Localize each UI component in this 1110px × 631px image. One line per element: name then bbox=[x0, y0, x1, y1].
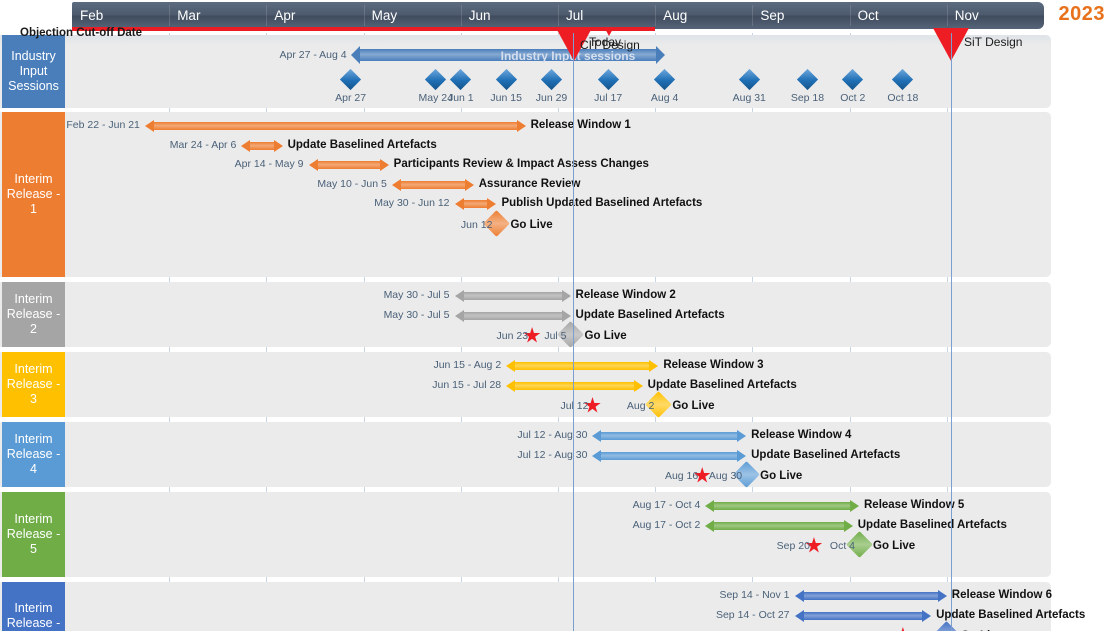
bar-task-label: Update Baselined Artefacts bbox=[648, 379, 797, 391]
star-date-label: Aug 16 bbox=[644, 470, 698, 482]
star-date-label: Sep 20 bbox=[756, 540, 810, 552]
row-label-industry-input-sessions[interactable]: Industry Input Sessions bbox=[2, 35, 65, 108]
star-date-label: Jul 12 bbox=[534, 400, 588, 412]
row-label-interim-release-4[interactable]: Interim Release - 4 bbox=[2, 422, 65, 487]
bar-date-label: Aug 17 - Oct 2 bbox=[605, 519, 700, 531]
bar-task-label: Release Window 2 bbox=[576, 289, 676, 301]
session-milestone-label: Jul 17 bbox=[578, 92, 638, 104]
gantt-bar[interactable] bbox=[506, 360, 658, 372]
row-label-interim-release-5[interactable]: Interim Release - 5 bbox=[2, 492, 65, 577]
gantt-bar[interactable] bbox=[455, 310, 571, 322]
month-separator bbox=[266, 5, 267, 26]
month-separator bbox=[655, 5, 656, 26]
sit-design-vertical-line bbox=[951, 33, 952, 631]
gantt-bar[interactable] bbox=[592, 430, 746, 442]
month-separator bbox=[752, 5, 753, 26]
bar-task-label: Update Baselined Artefacts bbox=[576, 309, 725, 321]
gantt-bar[interactable] bbox=[795, 590, 947, 602]
bar-date-label: May 30 - Jun 12 bbox=[355, 197, 450, 209]
session-milestone-label: Aug 4 bbox=[635, 92, 695, 104]
bar-task-label: Publish Updated Baselined Artefacts bbox=[501, 197, 702, 209]
bar-date-label: Jun 15 - Jul 28 bbox=[406, 379, 501, 391]
bar-date-label: May 10 - Jun 5 bbox=[292, 178, 387, 190]
bar-task-label: Update Baselined Artefacts bbox=[288, 139, 437, 151]
gantt-bar[interactable] bbox=[795, 610, 932, 622]
month-label-mar: Mar bbox=[169, 2, 266, 29]
bar-date-label: Jun 15 - Aug 2 bbox=[406, 359, 501, 371]
month-label-oct: Oct bbox=[850, 2, 947, 29]
bar-task-label: Update Baselined Artefacts bbox=[858, 519, 1007, 531]
bar-task-label: Release Window 3 bbox=[663, 359, 763, 371]
bar-task-label: Release Window 6 bbox=[952, 589, 1052, 601]
go-live-label: Go Live bbox=[585, 330, 627, 342]
month-label-aug: Aug bbox=[655, 2, 752, 29]
bar-date-label: Feb 22 - Jun 21 bbox=[45, 119, 140, 131]
bar-task-label: Update Baselined Artefacts bbox=[936, 609, 1085, 621]
month-label-feb: Feb bbox=[72, 2, 169, 29]
row-label-interim-release-3[interactable]: Interim Release - 3 bbox=[2, 352, 65, 417]
gantt-bar[interactable] bbox=[455, 198, 497, 210]
gantt-bar[interactable] bbox=[392, 179, 474, 191]
bar-date-label: Sep 14 - Oct 27 bbox=[695, 609, 790, 621]
objection-cutoff-label: Objection Cut-off Date bbox=[20, 27, 142, 39]
gantt-bar[interactable] bbox=[241, 140, 282, 152]
month-label-apr: Apr bbox=[266, 2, 363, 29]
bar-task-label: Release Window 4 bbox=[751, 429, 851, 441]
gantt-bar[interactable] bbox=[309, 159, 389, 171]
month-separator bbox=[558, 5, 559, 26]
go-live-label: Go Live bbox=[873, 540, 915, 552]
row-band-interim-release-1 bbox=[0, 112, 1051, 277]
session-milestone-label: Apr 27 bbox=[321, 92, 381, 104]
gantt-bar[interactable] bbox=[455, 290, 571, 302]
month-label-jun: Jun bbox=[461, 2, 558, 29]
sit-design-label: SiT Design bbox=[964, 35, 1022, 49]
session-milestone-label: Oct 18 bbox=[873, 92, 933, 104]
gantt-bar[interactable] bbox=[592, 450, 746, 462]
go-live-date-label: Jun 12 bbox=[438, 219, 492, 231]
row-label-interim-release-6[interactable]: Interim Release - 6 bbox=[2, 582, 65, 631]
row-label-interim-release-1[interactable]: Interim Release - 1 bbox=[2, 112, 65, 277]
bar-date-label: May 30 - Jul 5 bbox=[355, 309, 450, 321]
bar-task-label: Assurance Review bbox=[479, 178, 581, 190]
bar-task-label: Participants Review & Impact Assess Chan… bbox=[394, 158, 649, 170]
timeline-month-ruler: FebMarAprMayJunJulAugSepOctNov bbox=[72, 2, 1044, 29]
month-separator bbox=[947, 5, 948, 26]
today-vertical-line bbox=[573, 33, 574, 631]
bar-date-label: Mar 24 - Apr 6 bbox=[141, 139, 236, 151]
bar-task-label: Release Window 1 bbox=[531, 119, 631, 131]
bar-date-label: May 30 - Jul 5 bbox=[355, 289, 450, 301]
bar-date-label: Sep 14 - Nov 1 bbox=[695, 589, 790, 601]
session-milestone-label: Aug 31 bbox=[719, 92, 779, 104]
bar-date-label: Aug 17 - Oct 4 bbox=[605, 499, 700, 511]
go-live-label: Go Live bbox=[672, 400, 714, 412]
gantt-bar[interactable] bbox=[506, 380, 642, 392]
today-label: Today bbox=[589, 35, 621, 49]
month-label-sep: Sep bbox=[752, 2, 849, 29]
bar-date-label: Apr 27 - Aug 4 bbox=[259, 49, 347, 61]
year-label: 2023 bbox=[1059, 3, 1106, 26]
go-live-label: Go Live bbox=[510, 219, 552, 231]
bar-date-label: Apr 14 - May 9 bbox=[209, 158, 304, 170]
month-label-jul: Jul bbox=[558, 2, 655, 29]
gantt-body: Industry Input SessionsApr 27 - Aug 4Ind… bbox=[0, 33, 1051, 631]
month-separator bbox=[461, 5, 462, 26]
month-separator bbox=[364, 5, 365, 26]
bar-task-label: Release Window 5 bbox=[864, 499, 964, 511]
month-label-nov: Nov bbox=[947, 2, 1044, 29]
month-separator bbox=[169, 5, 170, 26]
gantt-chart-page: FebMarAprMayJunJulAugSepOctNov 2023 Indu… bbox=[0, 0, 1110, 631]
go-live-date-label: Aug 2 bbox=[600, 400, 654, 412]
month-label-may: May bbox=[364, 2, 461, 29]
gantt-bar[interactable] bbox=[705, 520, 852, 532]
star-date-label: Jun 23 bbox=[474, 330, 528, 342]
month-separator bbox=[850, 5, 851, 26]
gantt-bar[interactable] bbox=[705, 500, 859, 512]
go-live-label: Go Live bbox=[760, 470, 802, 482]
gantt-bar[interactable] bbox=[145, 120, 526, 132]
bar-task-label: Update Baselined Artefacts bbox=[751, 449, 900, 461]
row-label-interim-release-2[interactable]: Interim Release - 2 bbox=[2, 282, 65, 347]
